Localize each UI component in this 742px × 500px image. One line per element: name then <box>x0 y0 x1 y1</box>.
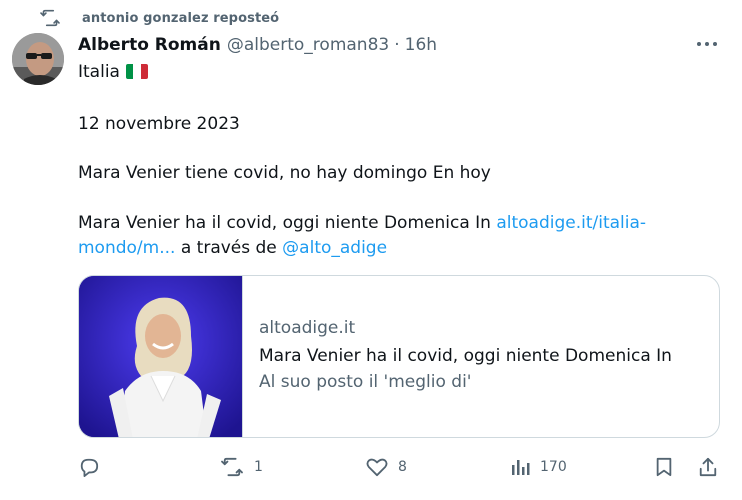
more-options-button[interactable] <box>692 34 722 54</box>
card-domain: altoadige.it <box>259 318 356 338</box>
mention-link[interactable]: @alto_adige <box>282 238 387 258</box>
tweet-text-line: Italia <box>78 62 148 82</box>
like-button[interactable]: 8 <box>366 456 407 478</box>
bookmark-icon <box>656 457 672 477</box>
tweet-actions: 1 8 170 <box>0 456 742 478</box>
author-handle[interactable]: @alberto_roman83 <box>227 35 389 55</box>
views-icon <box>512 460 530 475</box>
tweet-text: Mara Venier ha il covid, oggi niente Dom… <box>78 213 497 233</box>
card-text: altoadige.it Mara Venier ha il covid, og… <box>242 276 719 437</box>
tweet-text-line: 12 novembre 2023 <box>78 114 240 134</box>
avatar[interactable] <box>12 33 64 85</box>
share-button[interactable] <box>698 456 718 478</box>
views-button[interactable]: 170 <box>510 456 567 478</box>
article-link[interactable]: altoadige.it/italia- <box>496 213 646 233</box>
heart-icon <box>366 458 388 477</box>
card-thumbnail <box>79 276 242 437</box>
tweet-header: Alberto Román @alberto_roman83 · 16h <box>78 35 437 57</box>
share-icon <box>699 457 717 477</box>
tweet-text-line: mondo/m... a través de @alto_adige <box>78 238 387 258</box>
tweet-text-line: Mara Venier tiene covid, no hay domingo … <box>78 163 491 183</box>
card-title: Mara Venier ha il covid, oggi niente Dom… <box>259 346 672 366</box>
tweet-text: Italia <box>78 62 120 82</box>
avatar-image <box>12 33 64 85</box>
card-description: Al suo posto il 'meglio di' <box>259 372 472 392</box>
like-count: 8 <box>398 459 407 475</box>
bookmark-button[interactable] <box>655 456 673 478</box>
repost-count: 1 <box>254 459 263 475</box>
article-link[interactable]: mondo/m... <box>78 238 175 258</box>
tweet-text-line: Mara Venier ha il covid, oggi niente Dom… <box>78 213 646 233</box>
repost-icon <box>221 457 243 477</box>
repost-icon <box>40 8 68 28</box>
repost-button[interactable]: 1 <box>220 456 263 478</box>
view-count: 170 <box>540 459 567 475</box>
reply-icon <box>80 458 99 477</box>
reposted-by-label[interactable]: antonio gonzalez reposteó <box>82 11 279 26</box>
italy-flag-icon <box>125 64 148 79</box>
repost-indicator[interactable]: antonio gonzalez reposteó <box>40 8 279 28</box>
separator-dot: · <box>394 35 400 55</box>
author-name[interactable]: Alberto Román <box>78 35 221 55</box>
tweet-text: a través de <box>175 238 283 258</box>
more-icon <box>697 42 717 46</box>
reply-button[interactable] <box>78 456 100 478</box>
timestamp[interactable]: 16h <box>405 35 437 55</box>
card-image <box>79 276 242 437</box>
link-preview-card[interactable]: altoadige.it Mara Venier ha il covid, og… <box>78 275 720 438</box>
